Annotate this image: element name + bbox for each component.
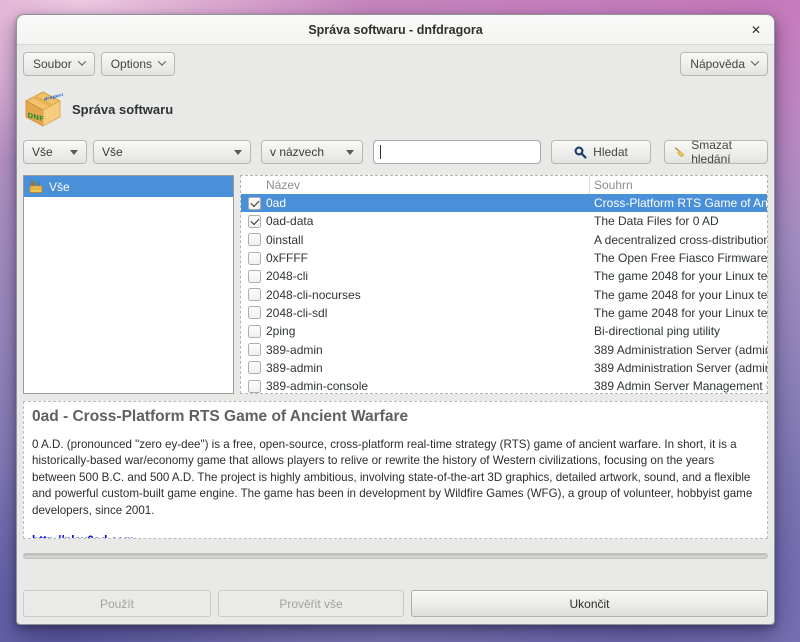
quit-button[interactable]: Ukončit: [411, 590, 768, 617]
package-table-body: 0adCross-Platform RTS Game of Ancient W0…: [241, 194, 767, 394]
details-description: 0 A.D. (pronounced "zero ey-dee") is a f…: [32, 437, 759, 519]
chevron-down-icon: [77, 57, 85, 65]
filter-toolbar: Vše Vše v názvech Hledat: [23, 140, 768, 164]
app-header: DNF dragora Správa softwaru: [23, 89, 768, 129]
table-row[interactable]: 2pingBi-directional ping utility: [241, 322, 767, 340]
menu-options-label: Options: [111, 57, 152, 71]
table-row[interactable]: 2048-cli-nocursesThe game 2048 for your …: [241, 285, 767, 303]
table-row[interactable]: 389-admin389 Administration Server (admi…: [241, 359, 767, 377]
group-tree: Vše: [23, 175, 234, 394]
package-name: 2048-cli: [266, 269, 594, 283]
search-in-combo-value: v názvech: [270, 145, 324, 159]
package-name: 389-admin-console: [266, 379, 594, 393]
package-checkbox[interactable]: [248, 343, 261, 356]
group-item-all[interactable]: Vše: [24, 176, 233, 197]
app-title: Správa softwaru: [72, 102, 173, 117]
menu-help-label: Nápověda: [690, 57, 745, 71]
package-summary: 389 Admin Server Management Consol: [594, 379, 767, 393]
details-homepage-link[interactable]: http://play0ad.com: [32, 534, 134, 539]
package-summary: A decentralized cross-distribution softw: [594, 233, 767, 247]
package-checkbox[interactable]: [248, 306, 261, 319]
package-checkbox[interactable]: [248, 197, 261, 210]
action-buttons: Použít Prověřit vše Ukončit: [23, 590, 768, 617]
package-name: 2ping: [266, 324, 594, 338]
group-combo[interactable]: Vše: [93, 140, 251, 164]
package-checkbox[interactable]: [248, 288, 261, 301]
menu-help-button[interactable]: Nápověda: [680, 52, 768, 76]
package-checkbox[interactable]: [248, 380, 261, 393]
check-all-button[interactable]: Prověřit vše: [218, 590, 404, 617]
package-summary: The game 2048 for your Linux terminal: [594, 269, 767, 283]
package-summary: Bi-directional ping utility: [594, 324, 767, 338]
search-icon: [574, 146, 587, 159]
package-summary: Cross-Platform RTS Game of Ancient W: [594, 196, 767, 210]
column-header-name[interactable]: Název: [241, 178, 589, 192]
content-area: Vše Název Souhrn 0adCross-Platform RTS G…: [23, 175, 768, 394]
chevron-down-icon: [158, 57, 166, 65]
dnfdragora-logo-icon: DNF dragora: [23, 89, 63, 129]
details-title: 0ad - Cross-Platform RTS Game of Ancient…: [32, 408, 759, 426]
package-checkbox[interactable]: [248, 270, 261, 283]
package-name: 0install: [266, 233, 594, 247]
titlebar[interactable]: Správa softwaru - dnfdragora ✕: [17, 15, 774, 45]
clear-search-button-label: Smazat hledání: [691, 138, 758, 166]
clear-search-button[interactable]: Smazat hledání: [664, 140, 768, 164]
menu-file-button[interactable]: Soubor: [23, 52, 95, 76]
filter-combo[interactable]: Vše: [23, 140, 87, 164]
menu-options-button[interactable]: Options: [101, 52, 175, 76]
package-name: 0ad: [266, 196, 594, 210]
package-summary: The game 2048 for your Linux terminal: [594, 288, 767, 302]
package-name: 389-admin: [266, 361, 594, 375]
progress-bar: [23, 553, 768, 559]
table-row[interactable]: 2048-cliThe game 2048 for your Linux ter…: [241, 267, 767, 285]
combo-arrow-icon: [346, 150, 354, 155]
package-details-panel: 0ad - Cross-Platform RTS Game of Ancient…: [23, 401, 768, 539]
text-caret: [380, 145, 381, 159]
package-checkbox[interactable]: [248, 325, 261, 338]
combo-arrow-icon: [234, 150, 242, 155]
search-field-wrap: [373, 140, 541, 164]
table-header: Název Souhrn: [241, 176, 767, 194]
table-row[interactable]: 389-admin-console389 Admin Server Manage…: [241, 377, 767, 394]
package-name: 2048-cli-sdl: [266, 306, 594, 320]
package-name: 2048-cli-nocurses: [266, 288, 594, 302]
close-icon[interactable]: ✕: [747, 21, 765, 39]
group-combo-value: Vše: [102, 145, 123, 159]
menu-file-label: Soubor: [33, 57, 72, 71]
search-in-combo[interactable]: v názvech: [261, 140, 363, 164]
package-summary: The game 2048 for your Linux terminal: [594, 306, 767, 320]
package-checkbox[interactable]: [248, 361, 261, 374]
chevron-down-icon: [751, 57, 759, 65]
package-checkbox[interactable]: [248, 252, 261, 265]
package-name: 0xFFFF: [266, 251, 594, 265]
search-button-label: Hledat: [593, 145, 628, 159]
combo-arrow-icon: [70, 150, 78, 155]
table-row[interactable]: 0adCross-Platform RTS Game of Ancient W: [241, 194, 767, 212]
table-row[interactable]: 0ad-dataThe Data Files for 0 AD: [241, 212, 767, 230]
column-header-summary[interactable]: Souhrn: [589, 176, 767, 194]
package-checkbox[interactable]: [248, 215, 261, 228]
apply-button[interactable]: Použít: [23, 590, 211, 617]
package-checkbox[interactable]: [248, 233, 261, 246]
table-row[interactable]: 0installA decentralized cross-distributi…: [241, 231, 767, 249]
package-summary: 389 Administration Server (admin): [594, 361, 767, 375]
search-button[interactable]: Hledat: [551, 140, 651, 164]
package-name: 0ad-data: [266, 214, 594, 228]
package-table: Název Souhrn 0adCross-Platform RTS Game …: [240, 175, 768, 394]
package-summary: 389 Administration Server (admin): [594, 343, 767, 357]
toolbox-icon: [29, 180, 43, 194]
table-row[interactable]: 389-admin389 Administration Server (admi…: [241, 340, 767, 358]
package-summary: The Data Files for 0 AD: [594, 214, 767, 228]
window-title: Správa softwaru - dnfdragora: [308, 23, 482, 37]
app-window: Správa softwaru - dnfdragora ✕ Soubor Op…: [16, 14, 775, 625]
package-summary: The Open Free Fiasco Firmware Flasher: [594, 251, 767, 265]
search-input[interactable]: [373, 140, 541, 164]
table-row[interactable]: 2048-cli-sdlThe game 2048 for your Linux…: [241, 304, 767, 322]
menubar: Soubor Options Nápověda: [23, 52, 768, 76]
broom-icon: [674, 145, 685, 159]
filter-combo-value: Vše: [32, 145, 53, 159]
table-row[interactable]: 0xFFFFThe Open Free Fiasco Firmware Flas…: [241, 249, 767, 267]
group-item-label: Vše: [49, 180, 70, 194]
package-name: 389-admin: [266, 343, 594, 357]
